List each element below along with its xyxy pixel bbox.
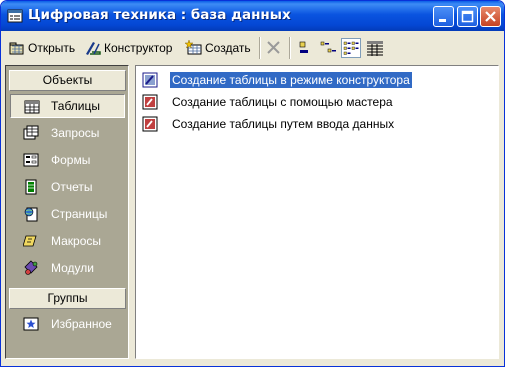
nav-item-tables[interactable]: Таблицы (10, 94, 125, 118)
report-icon (25, 179, 37, 195)
nav-item-macros[interactable]: Макросы (10, 229, 125, 253)
minimize-button[interactable] (433, 6, 454, 27)
toolbar: Открыть Конструктор Создать (4, 34, 501, 62)
list-view-button[interactable] (341, 38, 361, 58)
delete-icon (267, 41, 280, 54)
small-icons-view-button[interactable] (318, 38, 338, 58)
close-button[interactable] (480, 6, 501, 27)
database-window-body: Объекты Таблицы Запросы Формы Отчеты Стр… (5, 65, 500, 361)
nav-item-label: Отчеты (51, 180, 93, 194)
list-item-create-table-wizard[interactable]: Создание таблицы с помощью мастера (142, 92, 395, 112)
nav-item-forms[interactable]: Формы (10, 148, 125, 172)
nav-item-pages[interactable]: Страницы (10, 202, 125, 226)
title-bar[interactable]: Цифровая техника : база данных (1, 1, 504, 31)
design-icon (86, 42, 101, 55)
database-window-icon (7, 9, 23, 23)
module-icon (24, 260, 38, 275)
details-view-button[interactable] (365, 38, 385, 58)
maximize-icon (461, 10, 474, 23)
close-icon (485, 11, 496, 22)
query-icon (23, 125, 39, 140)
create-button[interactable]: Создать (185, 37, 251, 59)
open-label: Открыть (28, 41, 76, 55)
nav-item-reports[interactable]: Отчеты (10, 175, 125, 199)
open-button[interactable]: Открыть (8, 37, 75, 59)
object-list: Создание таблицы в режиме конструктора С… (135, 65, 499, 359)
list-item-label: Создание таблицы в режиме конструктора (170, 72, 412, 88)
list-item-create-table-designer[interactable]: Создание таблицы в режиме конструктора (142, 70, 412, 90)
delete-button[interactable] (264, 38, 284, 58)
nav-item-label: Таблицы (51, 99, 101, 113)
nav-item-modules[interactable]: Модули (10, 256, 125, 280)
create-label: Создать (205, 41, 251, 55)
groups-header[interactable]: Группы (9, 288, 126, 309)
page-icon (24, 207, 38, 222)
nav-item-label: Запросы (51, 126, 100, 140)
list-item-label: Создание таблицы путем ввода данных (172, 117, 395, 131)
create-table-wizard-icon (142, 94, 158, 110)
maximize-button[interactable] (457, 6, 478, 27)
design-label: Конструктор (104, 41, 173, 55)
list-item-create-table-data-entry[interactable]: Создание таблицы путем ввода данных (142, 114, 396, 134)
create-table-data-entry-icon (142, 116, 158, 132)
form-icon (23, 153, 39, 167)
list-item-label: Создание таблицы с помощью мастера (172, 95, 393, 109)
nav-item-favorites[interactable]: Избранное (10, 312, 125, 336)
new-object-icon (185, 40, 202, 55)
open-icon (9, 42, 24, 55)
macro-icon (23, 235, 37, 247)
objects-bar: Объекты Таблицы Запросы Формы Отчеты Стр… (5, 65, 129, 359)
table-icon (24, 100, 40, 114)
window-title: Цифровая техника : база данных (28, 7, 291, 23)
large-icons-view-button[interactable] (295, 38, 315, 58)
small-icons-view-icon (320, 41, 336, 53)
objects-header[interactable]: Объекты (9, 70, 126, 91)
details-view-icon (367, 41, 383, 56)
list-view-icon (343, 41, 359, 55)
minimize-icon (439, 19, 446, 22)
toolbar-separator (289, 37, 291, 59)
nav-item-label: Избранное (51, 317, 112, 331)
create-table-designer-icon (142, 72, 158, 88)
design-button[interactable]: Конструктор (84, 37, 172, 59)
database-window: Цифровая техника : база данных Открыть К… (0, 0, 505, 367)
nav-item-label: Формы (51, 153, 91, 167)
nav-item-queries[interactable]: Запросы (10, 121, 125, 145)
large-icons-view-icon (299, 41, 308, 53)
nav-item-label: Макросы (51, 234, 102, 248)
favorites-icon (23, 317, 39, 331)
nav-item-label: Модули (51, 261, 94, 275)
nav-item-label: Страницы (51, 207, 108, 221)
toolbar-separator (259, 37, 261, 59)
